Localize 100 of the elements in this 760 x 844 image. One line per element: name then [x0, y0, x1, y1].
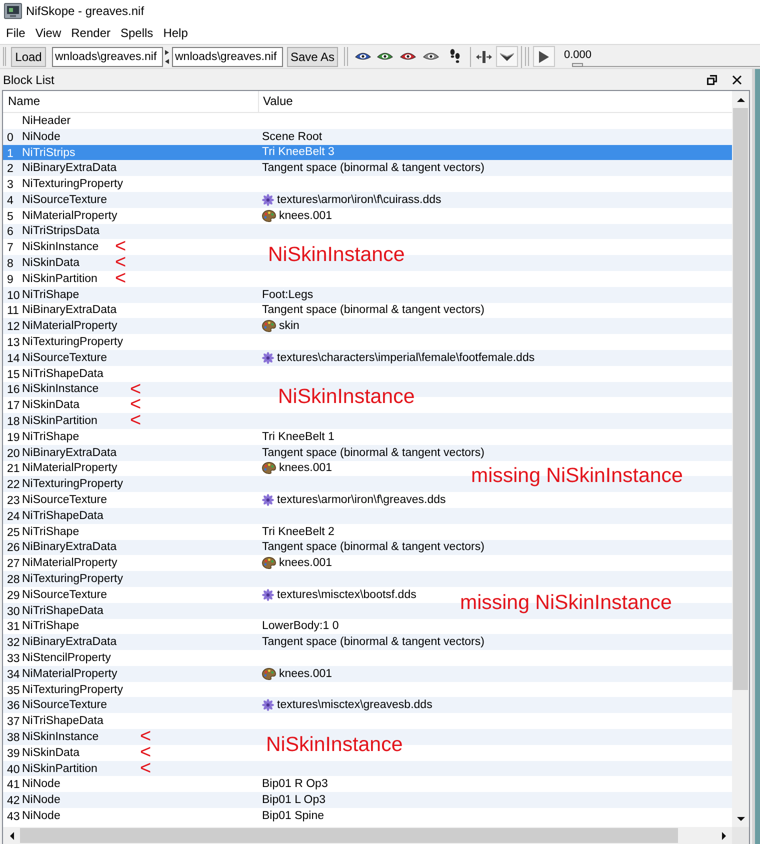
palette-icon: [262, 320, 276, 332]
row-number: 5: [7, 210, 14, 223]
tree-row[interactable]: 0 NiNode Scene Root: [3, 128, 732, 145]
block-type: NiMaterialProperty: [22, 319, 118, 334]
row-number: 0: [7, 132, 14, 144]
load-button[interactable]: Load: [11, 46, 46, 66]
row-number: 3: [7, 179, 14, 192]
tree-row[interactable]: 4 NiSourceTexture textures\armor\iron\f\cuirass.dds: [3, 192, 732, 208]
eye-icon[interactable]: [377, 52, 393, 61]
vertical-scrollbar[interactable]: [732, 91, 749, 827]
scrollbar-thumb[interactable]: [733, 108, 748, 690]
tree-row[interactable]: 26 NiBinaryExtraData Tangent space (binormal & tangent vectors): [3, 540, 732, 556]
column-header[interactable]: Value: [259, 91, 732, 112]
tree-row[interactable]: 34 NiMaterialProperty knees.001: [3, 666, 732, 682]
tree-row[interactable]: 32 NiBinaryExtraData Tangent space (binormal & tangent vectors): [3, 634, 732, 650]
tree-row[interactable]: 20 NiBinaryExtraData Tangent space (binormal & tangent vectors): [3, 444, 732, 461]
menu-item[interactable]: File: [1, 23, 30, 43]
close-icon[interactable]: [732, 74, 742, 84]
block-type: NiMaterialProperty: [22, 461, 118, 476]
block-type: NiTexturingProperty: [22, 177, 123, 192]
input-path-field[interactable]: wnloads\greaves.nif: [52, 46, 163, 66]
palette-icon: [262, 210, 276, 222]
tree-row[interactable]: 28 NiTexturingProperty: [3, 571, 732, 587]
tree-row[interactable]: 25 NiTriShape Tri KneeBelt 2: [3, 524, 732, 540]
tree-row[interactable]: 40 NiSkinPartition <: [3, 760, 732, 776]
block-value: LowerBody:1 0: [262, 619, 339, 634]
row-number: 30: [7, 606, 20, 618]
block-type: NiSkinPartition: [22, 762, 98, 776]
flower-icon: [262, 194, 274, 206]
block-value: Bip01 L Op3: [262, 793, 326, 808]
scrollbar-thumb[interactable]: [20, 828, 678, 843]
column-header[interactable]: Name: [3, 91, 259, 112]
play-icon: [539, 50, 549, 62]
flower-icon: [262, 699, 274, 712]
block-type: NiSourceTexture: [22, 698, 108, 712]
eye-icon[interactable]: [423, 52, 439, 61]
block-value: Tangent space (binormal & tangent vectors): [262, 446, 484, 460]
row-number: 12: [7, 321, 20, 334]
block-value: Tangent space (binormal & tangent vectors): [262, 303, 484, 318]
tree-row[interactable]: 24 NiTriShapeData: [3, 508, 732, 524]
bar-with-arrows-icon[interactable]: [476, 50, 492, 62]
play-button[interactable]: [533, 46, 555, 67]
row-number: 9: [7, 274, 14, 286]
row-number: 39: [7, 748, 20, 760]
tree-row[interactable]: 14 NiSourceTexture textures\characters\imperial\female\footfemale.dds: [3, 350, 732, 366]
splitter-handle-icon[interactable]: [165, 50, 169, 64]
restore-icon[interactable]: [707, 74, 717, 84]
block-value: Tri KneeBelt 3: [262, 145, 334, 160]
footprints-icon[interactable]: [450, 49, 460, 64]
save-as-button[interactable]: Save As: [287, 46, 338, 66]
annotation-caret: <: [130, 414, 142, 428]
tree-row[interactable]: 36 NiSourceTexture textures\misctex\greavesb.dds: [3, 697, 732, 714]
menu-item[interactable]: View: [30, 23, 66, 43]
tree-row[interactable]: 31 NiTriShape LowerBody:1 0: [3, 618, 732, 634]
tree-row[interactable]: 12 NiMaterialProperty skin: [3, 318, 732, 334]
block-type: NiTriShapeData: [22, 508, 104, 523]
block-type: NiSkinInstance: [22, 240, 99, 254]
tree-row[interactable]: 10 NiTriShape Foot:Legs: [3, 286, 732, 303]
row-number: 41: [7, 779, 20, 792]
tree-row[interactable]: 42 NiNode Bip01 L Op3: [3, 792, 732, 808]
time-slider[interactable]: [572, 63, 760, 67]
menu-item[interactable]: Render: [66, 23, 116, 43]
block-type: NiNode: [22, 793, 60, 808]
block-type: NiSkinPartition: [22, 272, 98, 286]
block-type: NiTexturingProperty: [22, 682, 123, 697]
block-type: NiSourceTexture: [22, 493, 108, 508]
block-value: skin: [279, 319, 300, 334]
row-number: 14: [7, 352, 20, 365]
menu-item[interactable]: Spells: [116, 23, 158, 43]
block-value: knees.001: [279, 208, 332, 223]
eye-icon[interactable]: [400, 52, 416, 61]
eye-icon[interactable]: [355, 52, 371, 61]
menu-item[interactable]: Help: [158, 23, 193, 43]
block-type: NiBinaryExtraData: [22, 303, 117, 318]
row-number: 25: [7, 526, 20, 539]
row-number: 20: [7, 448, 20, 460]
block-value: Tangent space (binormal & tangent vectors): [262, 161, 484, 176]
row-number: 10: [7, 290, 20, 302]
block-value: knees.001: [279, 461, 332, 476]
row-number: 32: [7, 637, 20, 650]
block-type: NiTriShape: [22, 524, 80, 539]
slider-thumb[interactable]: [572, 63, 583, 67]
block-type: NiTriShape: [22, 619, 80, 634]
output-path-field[interactable]: wnloads\greaves.nif: [172, 46, 283, 66]
tree-row[interactable]: 6 NiTriStripsData: [3, 224, 732, 240]
tree-row[interactable]: 35 NiTexturingProperty: [3, 682, 732, 698]
annotation-caret: <: [140, 746, 152, 760]
tree-row[interactable]: 11 NiBinaryExtraData Tangent space (binormal & tangent vectors): [3, 302, 732, 318]
annotation-caret: <: [130, 382, 142, 397]
tree-row[interactable]: 2 NiBinaryExtraData Tangent space (binormal & tangent vectors): [3, 160, 732, 176]
row-number: 21: [7, 463, 20, 476]
tree-row[interactable]: 41 NiNode Bip01 R Op3: [3, 776, 732, 792]
horizontal-scrollbar[interactable]: [3, 827, 732, 844]
row-number: 24: [7, 510, 20, 523]
block-type: NiStencilProperty: [22, 651, 111, 665]
view-menu-button[interactable]: [496, 46, 518, 67]
block-type: NiTexturingProperty: [22, 477, 123, 492]
tree-row[interactable]: 18 NiSkinPartition <: [3, 413, 732, 429]
block-type: NiSkinInstance: [22, 730, 99, 744]
block-type: NiBinaryExtraData: [22, 161, 117, 176]
